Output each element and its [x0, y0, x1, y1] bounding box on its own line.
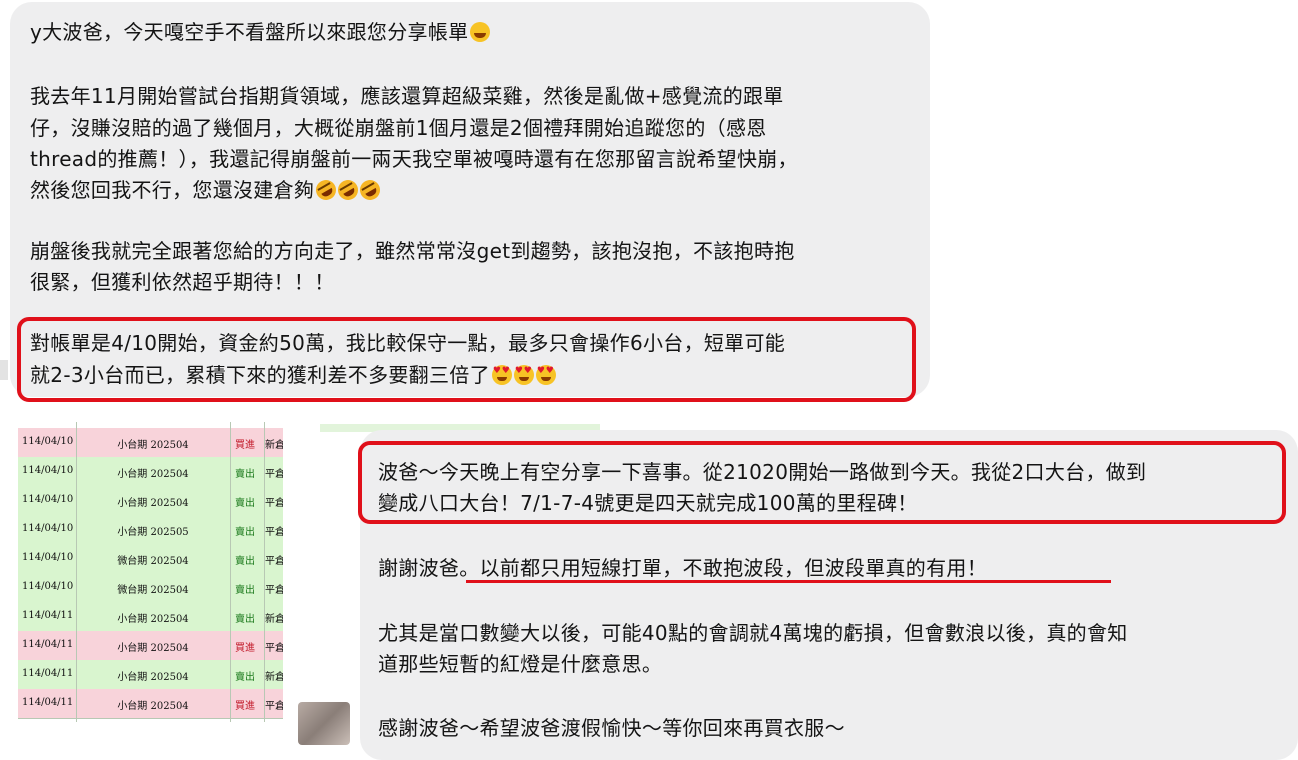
- cell-position-type: 平倉: [265, 556, 283, 567]
- message1-line-7: 很緊，但獲利依然超乎期待！！！: [30, 270, 335, 294]
- cell-position-type: 平倉: [265, 498, 283, 509]
- column-divider: [76, 422, 77, 722]
- cell-position-type: 新倉: [265, 614, 283, 625]
- cell-date: 114/04/10: [22, 523, 74, 534]
- message2-line-5: 道那些短暫的紅燈是什麼意思。: [378, 652, 663, 676]
- highlight-underline: [466, 580, 1111, 583]
- table-row: 114/04/10 微台期 202504 賣出 平倉: [18, 573, 283, 603]
- message1-line-4: thread的推薦！），我還記得崩盤前一兩天我空單被嘎時還有在您那留言說希望快崩…: [30, 147, 798, 171]
- cell-date: 114/04/10: [22, 552, 74, 563]
- table-row: 114/04/10 小台期 202504 賣出 平倉: [18, 486, 283, 516]
- table-row: 114/04/10 小台期 202504 賣出 平倉: [18, 457, 283, 487]
- trade-statement-sheet: 114/04/10 小台期 202504 買進 新倉 114/04/10 小台期 2025…: [18, 422, 283, 722]
- cell-product: 小台期 202504: [117, 469, 189, 480]
- cell-side: 買進: [235, 701, 255, 712]
- cell-product: 小台期 202504: [117, 672, 189, 683]
- cell-product: 微台期 202504: [117, 556, 189, 567]
- table-row: 114/04/10 小台期 202505 賣出 平倉: [18, 515, 283, 545]
- avatar: [298, 702, 350, 745]
- cell-position-type: 平倉: [265, 585, 283, 596]
- cell-side: 賣出: [235, 469, 255, 480]
- rolling-on-floor-laughing-icon: [334, 176, 362, 204]
- message2-line-3: 謝謝波爸。以前都只用短線打單，不敢抱波段，但波段單真的有用！: [378, 556, 987, 580]
- cell-date: 114/04/10: [22, 465, 74, 476]
- cell-date: 114/04/11: [22, 610, 74, 621]
- cell-date: 114/04/11: [22, 668, 74, 679]
- cell-side: 賣出: [235, 498, 255, 509]
- table-row: 114/04/11 小台期 202504 賣出 新倉: [18, 660, 283, 690]
- rolling-on-floor-laughing-icon: [312, 176, 340, 204]
- message1-line-2: 我去年11月開始嘗試台指期貨領域，應該還算超級菜雞，然後是亂做+感覺流的跟單: [30, 84, 784, 108]
- cell-position-type: 新倉: [265, 440, 283, 451]
- cell-side: 買進: [235, 643, 255, 654]
- cell-date: 114/04/10: [22, 581, 74, 592]
- message2-line-6: 感謝波爸～希望波爸渡假愉快～等你回來再買衣服～: [378, 716, 845, 740]
- left-edge-fragment: [0, 360, 8, 380]
- message1-greeting: y大波爸，今天嘎空手不看盤所以來跟您分享帳單: [30, 20, 491, 44]
- cell-side: 買進: [235, 440, 255, 451]
- highlight-box-2: [358, 441, 1286, 524]
- column-divider: [230, 422, 231, 722]
- cell-product: 小台期 202504: [117, 701, 189, 712]
- cell-position-type: 平倉: [265, 643, 283, 654]
- cell-date: 114/04/11: [22, 639, 74, 650]
- message1-line-5: 然後您回我不行，您還沒建倉夠: [30, 176, 384, 204]
- column-divider: [264, 422, 265, 722]
- message2-line-4: 尤其是當口數變大以後，可能40點的會調就4萬塊的虧損，但會數浪以後，真的會知: [378, 621, 1128, 645]
- cell-position-type: 新倉: [265, 672, 283, 683]
- cell-date: 114/04/11: [22, 697, 74, 708]
- cell-product: 微台期 202504: [117, 585, 189, 596]
- cell-side: 賣出: [235, 614, 255, 625]
- table-row: 114/04/11 小台期 202504 買進 平倉: [18, 631, 283, 661]
- cell-position-type: 平倉: [265, 469, 283, 480]
- cell-side: 賣出: [235, 527, 255, 538]
- cell-product: 小台期 202504: [117, 614, 189, 625]
- cell-date: 114/04/10: [22, 436, 74, 447]
- rolling-on-floor-laughing-icon: [356, 176, 384, 204]
- cell-date: 114/04/10: [22, 494, 74, 505]
- message1-line-3: 仔，沒賺沒賠的過了幾個月，大概從崩盤前1個月還是2個禮拜開始追蹤您的（感恩: [30, 116, 767, 140]
- table-row: 114/04/10 小台期 202504 買進 新倉: [18, 428, 283, 458]
- cell-side: 賣出: [235, 556, 255, 567]
- cell-product: 小台期 202504: [117, 643, 189, 654]
- table-row: 114/04/10 微台期 202504 賣出 平倉: [18, 544, 283, 574]
- cell-product: 小台期 202504: [117, 440, 189, 451]
- highlight-box-1: [17, 317, 916, 402]
- cell-side: 賣出: [235, 672, 255, 683]
- cell-position-type: 平倉: [265, 527, 283, 538]
- table-row: 114/04/11 小台期 202504 賣出 新倉: [18, 602, 283, 632]
- table-row: 114/04/11 小台期 202504 買進 平倉: [18, 689, 283, 719]
- message1-line-6: 崩盤後我就完全跟著您給的方向走了，雖然常常沒get到趨勢，該抱沒抱，不該抱時抱: [30, 239, 795, 263]
- cell-side: 賣出: [235, 585, 255, 596]
- cell-product: 小台期 202505: [117, 527, 189, 538]
- cell-position-type: 平倉: [265, 701, 283, 712]
- cell-product: 小台期 202504: [117, 498, 189, 509]
- grinning-squinting-face-icon: [470, 22, 491, 42]
